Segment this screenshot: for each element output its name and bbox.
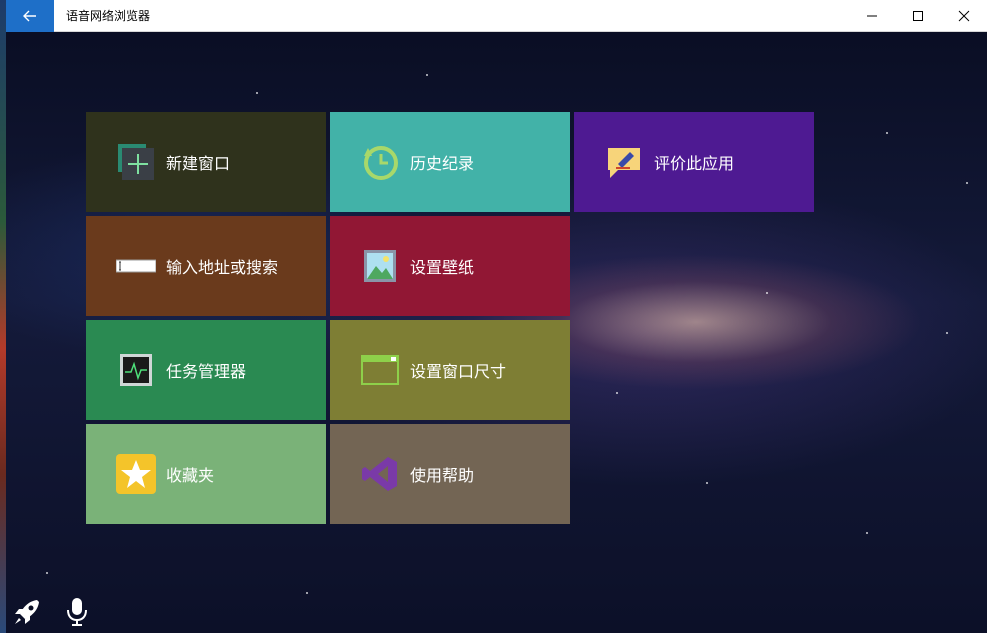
star	[766, 292, 768, 294]
tile-label: 评价此应用	[654, 154, 735, 173]
tile-label: 使用帮助	[410, 466, 475, 485]
tile-label: 收藏夹	[166, 466, 215, 485]
task-manager-icon	[116, 350, 156, 390]
microphone-icon	[67, 598, 87, 626]
star	[616, 392, 618, 394]
star	[706, 482, 708, 484]
tile-address-search[interactable]: 输入地址或搜索	[86, 216, 326, 316]
title-bar: 语音网络浏览器	[6, 0, 987, 32]
address-bar-icon	[116, 246, 156, 286]
favorites-icon	[116, 454, 156, 494]
star	[866, 532, 868, 534]
close-button[interactable]	[941, 0, 987, 32]
tile-task-manager[interactable]: 任务管理器	[86, 320, 326, 420]
minimize-button[interactable]	[849, 0, 895, 32]
star	[306, 592, 308, 594]
tile-rate-app[interactable]: 评价此应用	[574, 112, 814, 212]
history-icon	[360, 142, 400, 182]
star	[256, 92, 258, 94]
microphone-button[interactable]	[62, 597, 92, 627]
window-controls	[849, 0, 987, 32]
window-size-icon	[360, 350, 400, 390]
tile-label: 新建窗口	[166, 154, 231, 173]
rate-app-icon	[604, 142, 644, 182]
tile-label: 历史纪录	[410, 154, 475, 173]
tile-new-window[interactable]: 新建窗口	[86, 112, 326, 212]
star	[886, 132, 888, 134]
star	[966, 182, 968, 184]
star	[46, 572, 48, 574]
minimize-icon	[867, 15, 877, 16]
tile-label: 设置窗口尺寸	[410, 362, 507, 381]
tile-wallpaper[interactable]: 设置壁纸	[330, 216, 570, 316]
star	[426, 74, 428, 76]
back-button[interactable]	[6, 0, 54, 32]
new-window-icon	[116, 142, 156, 182]
maximize-button[interactable]	[895, 0, 941, 32]
content-area: 新建窗口 历史纪录 评价此应用 输入地址或搜索 设置壁纸 任务管理器 设置窗口尺…	[6, 32, 987, 633]
maximize-icon	[913, 10, 923, 21]
tile-label: 设置壁纸	[410, 258, 475, 277]
tile-label: 输入地址或搜索	[166, 258, 279, 277]
close-icon	[958, 10, 970, 21]
tile-help[interactable]: 使用帮助	[330, 424, 570, 524]
tile-history[interactable]: 历史纪录	[330, 112, 570, 212]
tile-window-size[interactable]: 设置窗口尺寸	[330, 320, 570, 420]
wallpaper-icon	[360, 246, 400, 286]
rocket-button[interactable]	[12, 597, 42, 627]
rocket-icon	[15, 600, 39, 624]
window-title: 语音网络浏览器	[66, 9, 151, 23]
tile-favorites[interactable]: 收藏夹	[86, 424, 326, 524]
app-window: 语音网络浏览器 新建窗口 历史纪录 评价此应用 输入地址或搜索 设置壁纸 任务管…	[6, 0, 987, 633]
tile-label: 任务管理器	[166, 362, 247, 381]
back-arrow-icon	[23, 10, 36, 21]
help-icon	[360, 454, 400, 494]
star	[946, 332, 948, 334]
